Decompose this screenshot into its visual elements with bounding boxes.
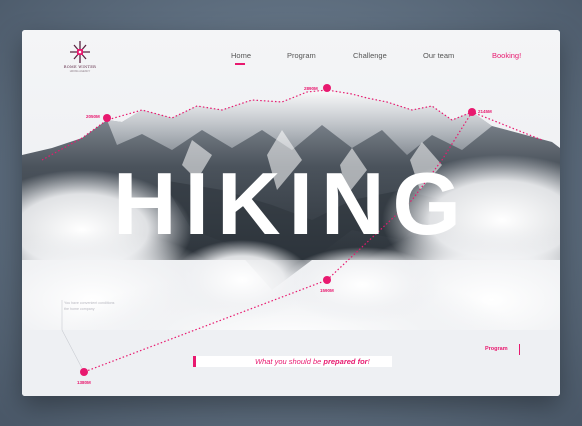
- nav-active-indicator: [235, 63, 245, 65]
- altitude-label-mid: 1590M: [320, 288, 334, 293]
- route-point-mid: [323, 276, 331, 284]
- main-nav: Home Program Challenge Our team Booking!: [22, 51, 560, 65]
- brand-tagline: HIKING AGENCY: [69, 70, 91, 73]
- program-link[interactable]: Program: [485, 346, 508, 352]
- nav-booking[interactable]: Booking!: [492, 51, 521, 60]
- tagline: What you should be prepared for!: [255, 357, 370, 366]
- tagline-prefix: What you should be: [255, 357, 324, 366]
- altitude-label-start: 1380M: [77, 380, 91, 385]
- nav-home[interactable]: Home: [231, 51, 251, 60]
- nav-challenge[interactable]: Challenge: [353, 51, 387, 60]
- altitude-label-summit: 2890M: [304, 86, 318, 91]
- route-point-west: [103, 114, 111, 122]
- route-point-start: [80, 368, 88, 376]
- program-divider: [519, 344, 520, 355]
- route-point-east: [468, 108, 476, 116]
- altitude-label-west: 2050M: [86, 114, 100, 119]
- hero-caption: You have convenient conditions the home …: [64, 300, 114, 312]
- hero-title: HIKING: [113, 154, 469, 253]
- altitude-label-east: 2145M: [478, 109, 492, 114]
- brand-name: ROME WINTER: [63, 65, 97, 69]
- route-point-summit: [323, 84, 331, 92]
- caption-line-2: the home company: [64, 307, 95, 311]
- nav-program[interactable]: Program: [287, 51, 316, 60]
- nav-our-team[interactable]: Our team: [423, 51, 454, 60]
- tagline-suffix: !: [367, 357, 370, 366]
- hero-card: HIKING 1380M 1590M 2050M 2890M 2145M ROM…: [22, 30, 560, 396]
- tagline-emphasis: prepared for: [323, 357, 368, 366]
